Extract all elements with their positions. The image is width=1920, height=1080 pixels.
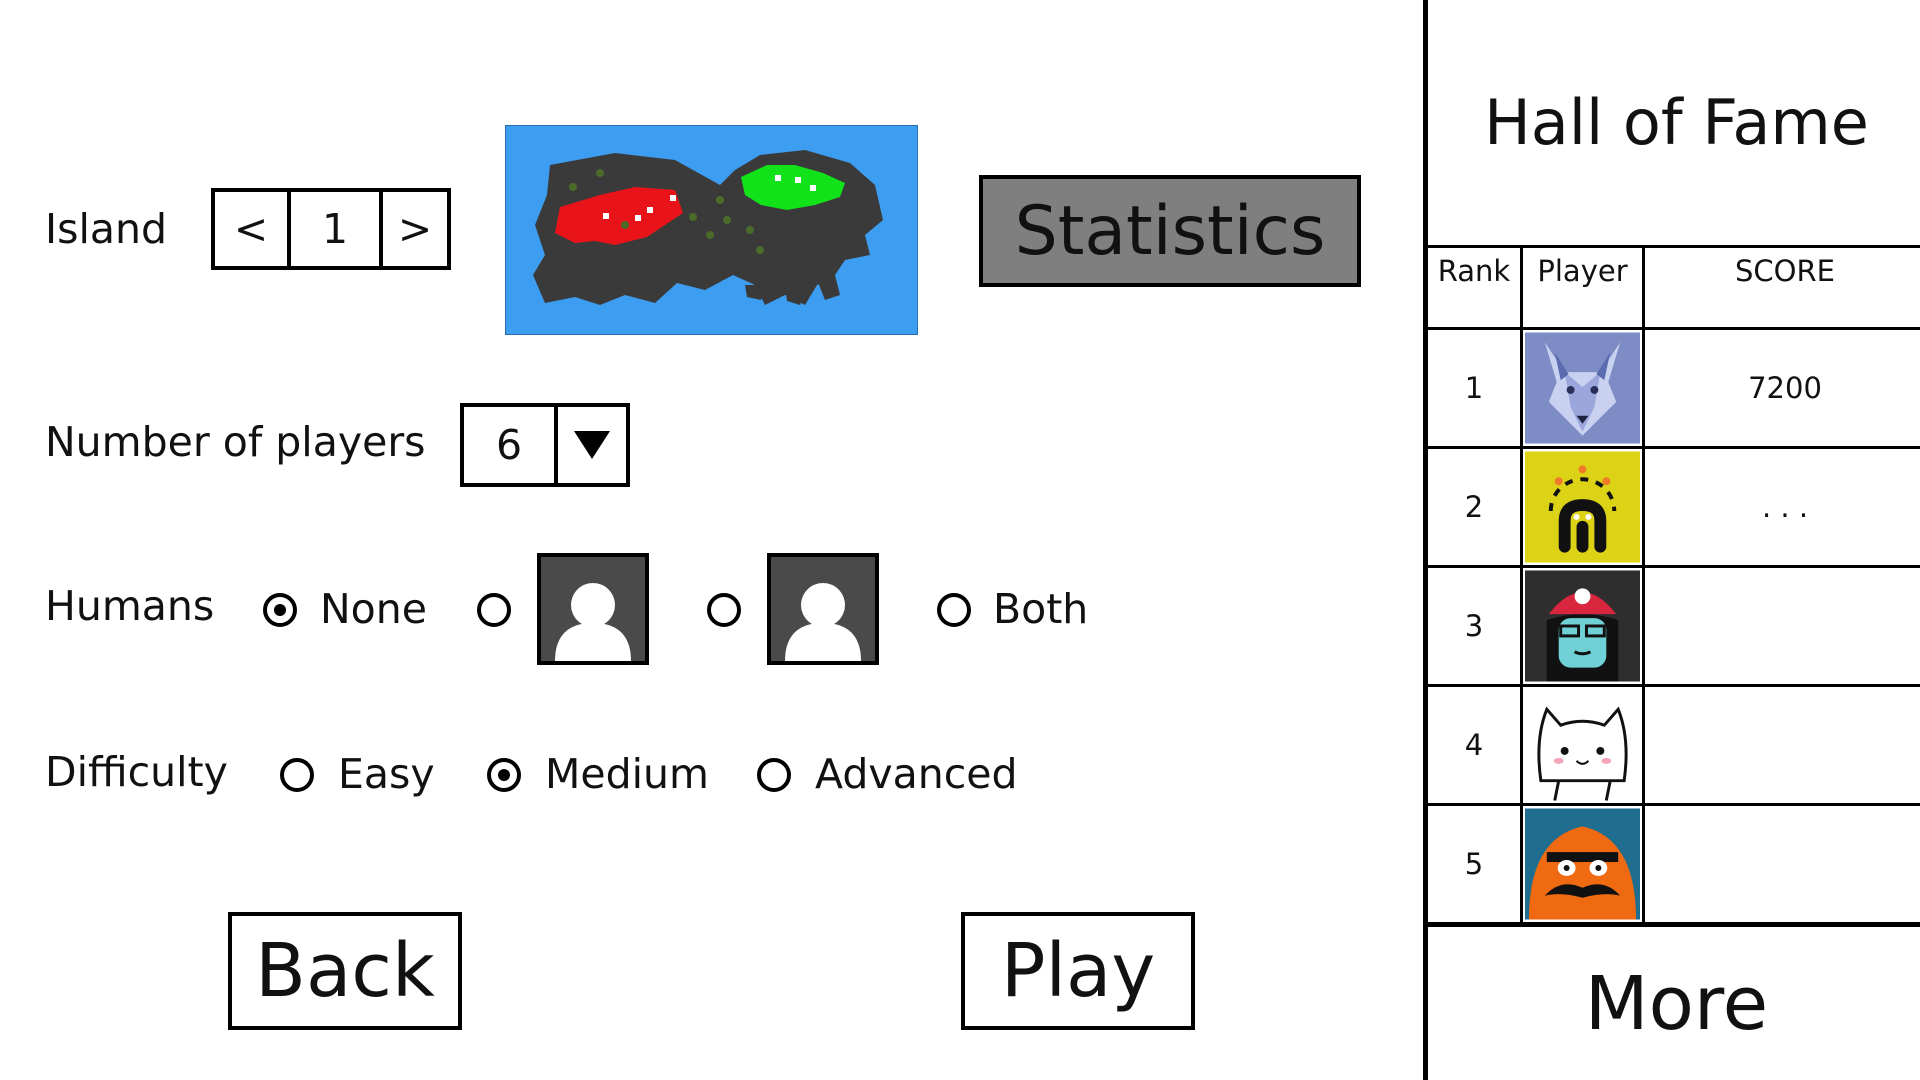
- players-select[interactable]: 6: [460, 403, 630, 487]
- difficulty-advanced-label: Advanced: [815, 750, 1018, 798]
- island-map-preview: [504, 124, 919, 336]
- humans-none-radio[interactable]: [263, 593, 297, 627]
- statistics-button[interactable]: Statistics: [979, 175, 1361, 287]
- table-row: 4: [1428, 687, 1920, 806]
- island-label: Island: [45, 205, 167, 253]
- players-value: 6: [464, 407, 558, 483]
- score-cell: . . .: [1761, 490, 1809, 524]
- hall-of-fame-header-row: Rank Player SCORE: [1428, 248, 1920, 330]
- humans-player2-radio[interactable]: [707, 593, 741, 627]
- humans-both-radio[interactable]: [937, 593, 971, 627]
- mustache-blob-avatar-icon: [1523, 806, 1645, 922]
- rank-cell: 3: [1428, 568, 1523, 684]
- island-prev-button[interactable]: <: [215, 192, 291, 266]
- cat-avatar-icon: [1523, 687, 1645, 803]
- island-stepper: < 1 >: [211, 188, 451, 270]
- chevron-down-icon[interactable]: [558, 407, 626, 483]
- rank-cell: 2: [1428, 449, 1523, 565]
- human-player-2-icon: [767, 553, 879, 665]
- hall-of-fame-panel: Hall of Fame Rank Player SCORE 1 7200 2: [1423, 0, 1920, 1080]
- difficulty-easy-radio[interactable]: [280, 758, 314, 792]
- wolf-avatar-icon: [1523, 330, 1645, 446]
- table-row: 5: [1428, 806, 1920, 925]
- humans-label: Humans: [45, 582, 215, 630]
- humans-both-label: Both: [993, 585, 1089, 633]
- table-row: 3: [1428, 568, 1920, 687]
- human-player-1-icon: [537, 553, 649, 665]
- player-header: Player: [1523, 248, 1645, 327]
- score-cell: [1645, 568, 1920, 684]
- difficulty-label: Difficulty: [45, 748, 228, 796]
- score-cell: [1645, 687, 1920, 803]
- difficulty-advanced-radio[interactable]: [757, 758, 791, 792]
- difficulty-easy-label: Easy: [338, 750, 435, 798]
- back-button[interactable]: Back: [228, 912, 462, 1030]
- humans-none-label: None: [320, 585, 427, 633]
- table-row: 2 . . .: [1428, 449, 1920, 568]
- score-header: SCORE: [1735, 254, 1835, 288]
- table-row: 1 7200: [1428, 330, 1920, 449]
- island-next-button[interactable]: >: [383, 192, 447, 266]
- rank-header: Rank: [1428, 248, 1523, 327]
- players-label: Number of players: [45, 418, 426, 466]
- island-number: 1: [291, 192, 383, 266]
- score-cell: 7200: [1748, 371, 1822, 405]
- octopus-avatar-icon: [1523, 449, 1645, 565]
- rank-cell: 4: [1428, 687, 1523, 803]
- skull-hat-girl-avatar-icon: [1523, 568, 1645, 684]
- score-cell: [1645, 806, 1920, 922]
- play-button[interactable]: Play: [961, 912, 1195, 1030]
- difficulty-medium-label: Medium: [545, 750, 709, 798]
- humans-player1-radio[interactable]: [477, 593, 511, 627]
- rank-cell: 5: [1428, 806, 1523, 922]
- difficulty-medium-radio[interactable]: [487, 758, 521, 792]
- more-button[interactable]: More: [1428, 925, 1920, 1080]
- rank-cell: 1: [1428, 330, 1523, 446]
- hall-of-fame-title: Hall of Fame: [1428, 0, 1920, 248]
